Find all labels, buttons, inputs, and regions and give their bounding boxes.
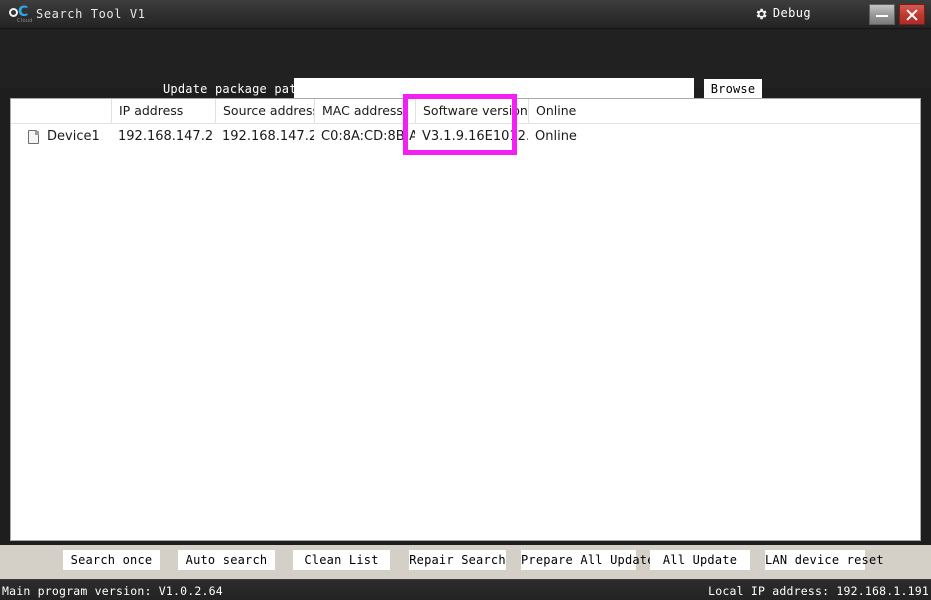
update-path-label: Update package path: bbox=[163, 82, 312, 96]
gear-icon bbox=[754, 6, 768, 20]
cell-mac: C0:8A:CD:8B:A.. bbox=[321, 129, 415, 144]
cell-status: Online bbox=[535, 129, 577, 144]
oc-cloud-logo-icon: C Cloud bbox=[8, 4, 34, 26]
update-path-input[interactable] bbox=[294, 78, 694, 99]
debug-button[interactable]: Debug bbox=[754, 6, 811, 20]
column-header-ip[interactable]: IP address bbox=[111, 99, 215, 123]
column-header-source[interactable]: Source address bbox=[215, 99, 314, 123]
device-table: IP address Source address MAC address So… bbox=[10, 98, 921, 541]
status-bar: Main program version: V1.0.2.64 Local IP… bbox=[0, 579, 931, 600]
window-title: Search Tool V1 bbox=[36, 7, 146, 21]
logo-cloud-label: Cloud bbox=[17, 18, 33, 24]
close-button[interactable] bbox=[899, 4, 925, 25]
table-row[interactable]: Device1 192.168.147.2 192.168.147.2:... … bbox=[11, 124, 920, 150]
auto-search-button[interactable]: Auto search bbox=[178, 550, 275, 570]
cell-source: 192.168.147.2:... bbox=[222, 129, 314, 144]
update-path-row: Update package path: Browse bbox=[0, 30, 931, 99]
local-ip-address-status: Local IP address: 192.168.1.191 bbox=[708, 584, 929, 598]
table-header-row: IP address Source address MAC address So… bbox=[11, 99, 920, 124]
column-header-mac[interactable]: MAC address bbox=[314, 99, 415, 123]
prepare-all-update-button[interactable]: Prepare All Update bbox=[521, 550, 654, 570]
clean-list-button[interactable]: Clean List bbox=[293, 550, 390, 570]
cell-ip: 192.168.147.2 bbox=[118, 129, 214, 144]
main-program-version-status: Main program version: V1.0.2.64 bbox=[2, 584, 223, 598]
all-update-button[interactable]: All Update bbox=[650, 550, 750, 570]
minimize-button[interactable] bbox=[869, 4, 895, 25]
minimize-icon bbox=[876, 15, 888, 17]
title-bar: C Cloud Search Tool V1 Debug bbox=[0, 0, 931, 29]
browse-button[interactable]: Browse bbox=[704, 79, 762, 99]
logo-ring bbox=[9, 8, 18, 17]
repair-search-button[interactable]: Repair Search bbox=[409, 550, 506, 570]
column-header-status[interactable]: Online bbox=[528, 99, 920, 123]
cell-version: V3.1.9.16E1012... bbox=[422, 129, 528, 144]
search-once-button[interactable]: Search once bbox=[63, 550, 160, 570]
device-document-icon bbox=[28, 129, 40, 145]
column-header-version[interactable]: Software version bbox=[415, 99, 528, 123]
lan-device-reset-button[interactable]: LAN device reset bbox=[765, 550, 884, 570]
logo-c-mark: C bbox=[18, 4, 29, 20]
column-header-device[interactable] bbox=[11, 99, 111, 123]
debug-label: Debug bbox=[772, 6, 811, 20]
cell-device: Device1 bbox=[11, 124, 111, 150]
search-tool-window: C Cloud Search Tool V1 Debug Update pack… bbox=[0, 0, 931, 600]
cell-device-label: Device1 bbox=[47, 129, 100, 144]
